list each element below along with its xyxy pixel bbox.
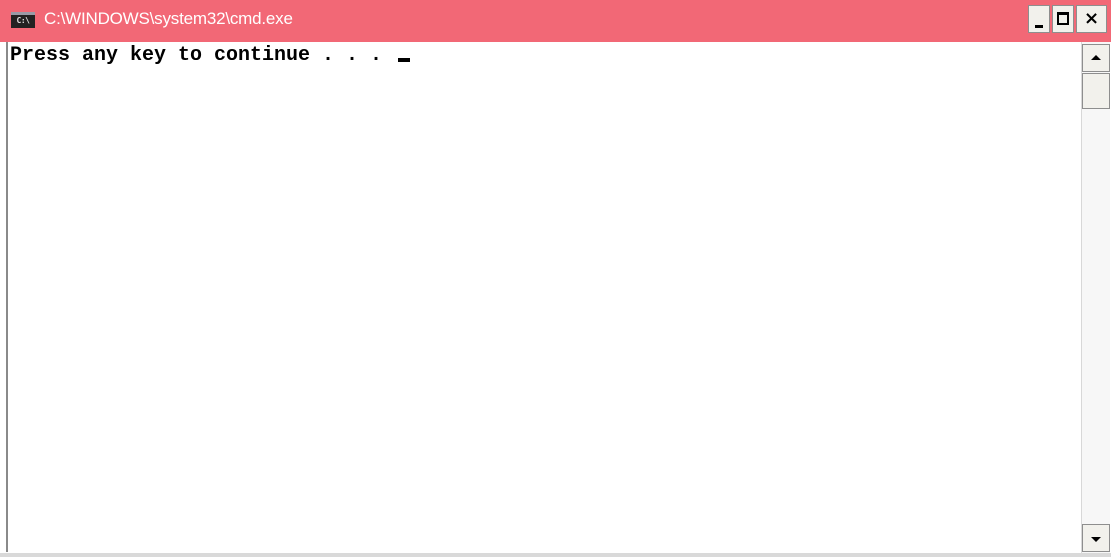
arrow-down-icon — [1091, 537, 1101, 542]
minimize-button[interactable] — [1028, 5, 1050, 33]
scroll-up-button[interactable] — [1082, 44, 1110, 72]
window-title: C:\WINDOWS\system32\cmd.exe — [44, 9, 293, 28]
scrollbar-thumb[interactable] — [1082, 73, 1110, 109]
console-output-area[interactable]: Press any key to continue . . . — [6, 42, 1079, 552]
arrow-up-icon — [1091, 55, 1101, 60]
console-output-text: Press any key to continue . . . — [10, 44, 395, 67]
cmd-window: C:\ C:\WINDOWS\system32\cmd.exe × Press … — [0, 0, 1111, 557]
close-button[interactable]: × — [1076, 5, 1107, 33]
minimize-icon — [1035, 25, 1043, 28]
maximize-icon — [1057, 12, 1069, 25]
window-bottom-border — [0, 553, 1111, 557]
maximize-button[interactable] — [1052, 5, 1074, 33]
cmd-console-icon[interactable]: C:\ — [11, 12, 35, 28]
vertical-scrollbar[interactable] — [1081, 42, 1110, 554]
close-icon: × — [1083, 8, 1100, 29]
console-output-line: Press any key to continue . . . — [10, 44, 411, 67]
title-bar[interactable]: C:\ C:\WINDOWS\system32\cmd.exe × — [0, 0, 1111, 42]
scroll-down-button[interactable] — [1082, 524, 1110, 552]
text-cursor — [398, 58, 411, 62]
